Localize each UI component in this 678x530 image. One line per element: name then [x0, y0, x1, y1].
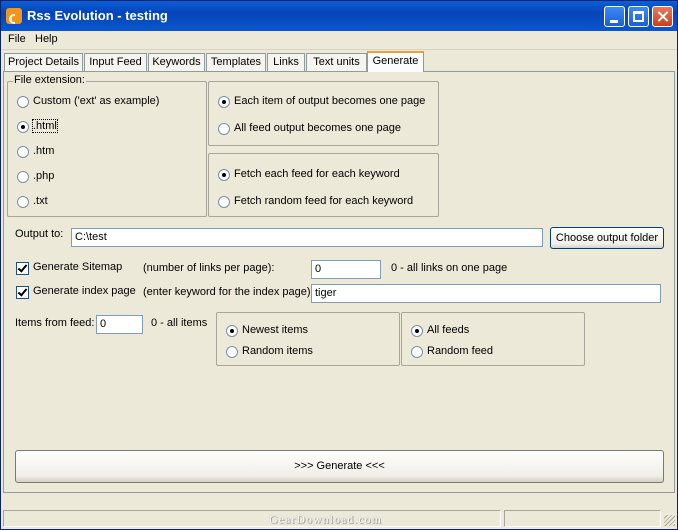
status-pane-main: [3, 510, 501, 527]
menu-file[interactable]: File: [8, 33, 26, 45]
items-from-feed-label: Items from feed:: [15, 317, 95, 329]
radio-fetch-each-feed-label[interactable]: Fetch each feed for each keyword: [234, 168, 400, 180]
radio-random-items[interactable]: [226, 346, 238, 358]
window-title: Rss Evolution - testing: [27, 8, 168, 23]
radio-random-items-label[interactable]: Random items: [242, 345, 313, 357]
app-window: Rss Evolution - testing File Help Projec…: [0, 0, 678, 530]
generate-index-checkbox[interactable]: [16, 286, 29, 299]
watermark-text: GearDownload.com: [269, 512, 382, 526]
output-mode-group: [208, 81, 439, 146]
radio-ext-txt-label[interactable]: .txt: [33, 195, 48, 207]
title-bar[interactable]: Rss Evolution - testing: [1, 1, 677, 31]
menu-help[interactable]: Help: [35, 33, 58, 45]
radio-random-feed[interactable]: [411, 346, 423, 358]
radio-all-feed-page-label[interactable]: All feed output becomes one page: [234, 122, 401, 134]
radio-ext-custom[interactable]: [17, 96, 29, 108]
choose-output-folder-button[interactable]: Choose output folder: [550, 227, 664, 249]
radio-ext-htm[interactable]: [17, 146, 29, 158]
radio-newest-items[interactable]: [226, 325, 238, 337]
radio-ext-html[interactable]: [17, 121, 29, 133]
index-keyword-input[interactable]: tiger: [311, 284, 661, 303]
radio-newest-items-label[interactable]: Newest items: [242, 324, 308, 336]
tab-input-feed[interactable]: Input Feed: [84, 53, 147, 71]
radio-ext-htm-label[interactable]: .htm: [33, 145, 54, 157]
radio-ext-php-label[interactable]: .php: [33, 170, 54, 182]
items-from-feed-input[interactable]: 0: [96, 315, 143, 334]
tab-strip: Project Details Input Feed Keywords Temp…: [1, 51, 677, 72]
radio-ext-custom-label[interactable]: Custom ('ext' as example): [33, 95, 159, 107]
radio-ext-php[interactable]: [17, 171, 29, 183]
resize-grip[interactable]: [664, 515, 675, 526]
file-extension-label: File extension:: [13, 74, 86, 86]
radio-random-feed-label[interactable]: Random feed: [427, 345, 493, 357]
rss-app-icon: [6, 8, 22, 24]
radio-ext-html-label[interactable]: .html: [32, 119, 58, 133]
status-pane-secondary: [504, 510, 661, 527]
items-from-feed-note: 0 - all items: [151, 317, 208, 329]
radio-all-feeds-label[interactable]: All feeds: [427, 324, 469, 336]
tab-project-details[interactable]: Project Details: [4, 53, 83, 71]
tab-templates[interactable]: Templates: [206, 53, 266, 71]
menu-bar: File Help: [1, 31, 677, 50]
radio-fetch-random-feed[interactable]: [218, 196, 230, 208]
radio-all-feed-page[interactable]: [218, 123, 230, 135]
tab-links[interactable]: Links: [267, 53, 305, 71]
radio-ext-txt[interactable]: [17, 196, 29, 208]
links-per-page-input[interactable]: 0: [311, 260, 381, 279]
generate-button[interactable]: >>> Generate <<<: [15, 450, 664, 483]
sitemap-links-note: 0 - all links on one page: [391, 262, 508, 274]
fetch-mode-group: [208, 153, 439, 217]
generate-index-label[interactable]: Generate index page: [33, 285, 136, 297]
radio-fetch-each-feed[interactable]: [218, 169, 230, 181]
tab-generate[interactable]: Generate: [367, 51, 424, 72]
maximize-button[interactable]: [628, 6, 649, 27]
close-button[interactable]: [652, 6, 673, 27]
sitemap-links-hint: (number of links per page):: [143, 262, 275, 274]
output-path-input[interactable]: C:\test: [71, 228, 543, 247]
minimize-button[interactable]: [604, 6, 625, 27]
item-order-group: [216, 312, 400, 366]
output-to-label: Output to:: [15, 228, 64, 240]
radio-all-feeds[interactable]: [411, 325, 423, 337]
tab-keywords[interactable]: Keywords: [148, 53, 205, 71]
tab-text-units[interactable]: Text units: [306, 53, 367, 71]
radio-each-item-page[interactable]: [218, 96, 230, 108]
feed-scope-group: [401, 312, 585, 366]
generate-sitemap-label[interactable]: Generate Sitemap: [33, 261, 122, 273]
radio-fetch-random-feed-label[interactable]: Fetch random feed for each keyword: [234, 195, 413, 207]
generate-sitemap-checkbox[interactable]: [16, 262, 29, 275]
radio-each-item-page-label[interactable]: Each item of output becomes one page: [234, 95, 425, 107]
index-keyword-hint: (enter keyword for the index page):: [143, 286, 314, 298]
